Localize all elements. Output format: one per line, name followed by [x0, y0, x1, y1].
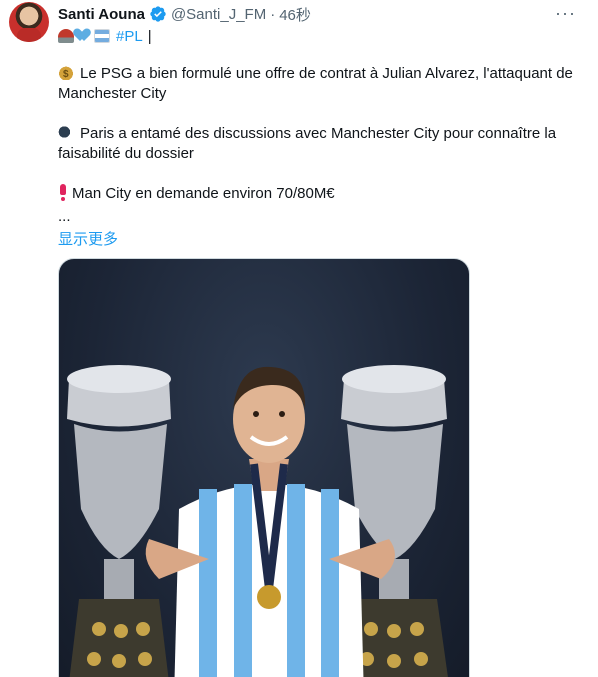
paragraph-3-text: Man City en demande environ 70/80M€: [72, 185, 335, 202]
handle[interactable]: @Santi_J_FM: [171, 6, 266, 23]
speaking-head-emoji: [58, 124, 74, 140]
paragraph-2-text: Paris a entamé des discussions avec Manc…: [58, 125, 557, 162]
tweet-header: Santi Aouna @Santi_J_FM · 46秒: [58, 4, 311, 24]
tweet-text: Le PSG a bien formulé une offre de contr…: [58, 64, 578, 250]
paragraph-1-text: Le PSG a bien formulé une offre de contr…: [58, 65, 573, 102]
separator-dot: ·: [270, 5, 276, 23]
hashtag-link[interactable]: #PL: [116, 28, 143, 45]
money-bag-emoji: [58, 64, 74, 85]
more-options-icon[interactable]: ···: [555, 4, 576, 22]
timestamp[interactable]: 46秒: [279, 4, 311, 25]
tweet-paragraph-3: Man City en demande environ 70/80M€: [58, 184, 578, 204]
display-name[interactable]: Santi Aouna: [58, 6, 145, 23]
tweet-photo[interactable]: [58, 258, 470, 677]
show-more-link[interactable]: 显示更多: [58, 230, 118, 250]
blue-heart-emoji: [76, 29, 92, 43]
verified-badge-icon: [150, 6, 166, 22]
exclamation-emoji: [60, 184, 66, 201]
left-trophy: [67, 365, 171, 677]
siren-emoji: [58, 29, 74, 43]
bio-line: #PL |: [58, 26, 152, 46]
tweet-paragraph-1: Le PSG a bien formulé une offre de contr…: [58, 64, 578, 104]
argentina-flag-emoji: [94, 29, 110, 43]
tweet: Santi Aouna @Santi_J_FM · 46秒 ··· #PL | …: [0, 0, 598, 677]
bio-separator: |: [147, 27, 152, 45]
photo-illustration: [67, 365, 448, 677]
ellipsis: ...: [58, 208, 71, 225]
tweet-paragraph-2: Paris a entamé des discussions avec Manc…: [58, 124, 578, 164]
avatar[interactable]: [9, 2, 49, 42]
